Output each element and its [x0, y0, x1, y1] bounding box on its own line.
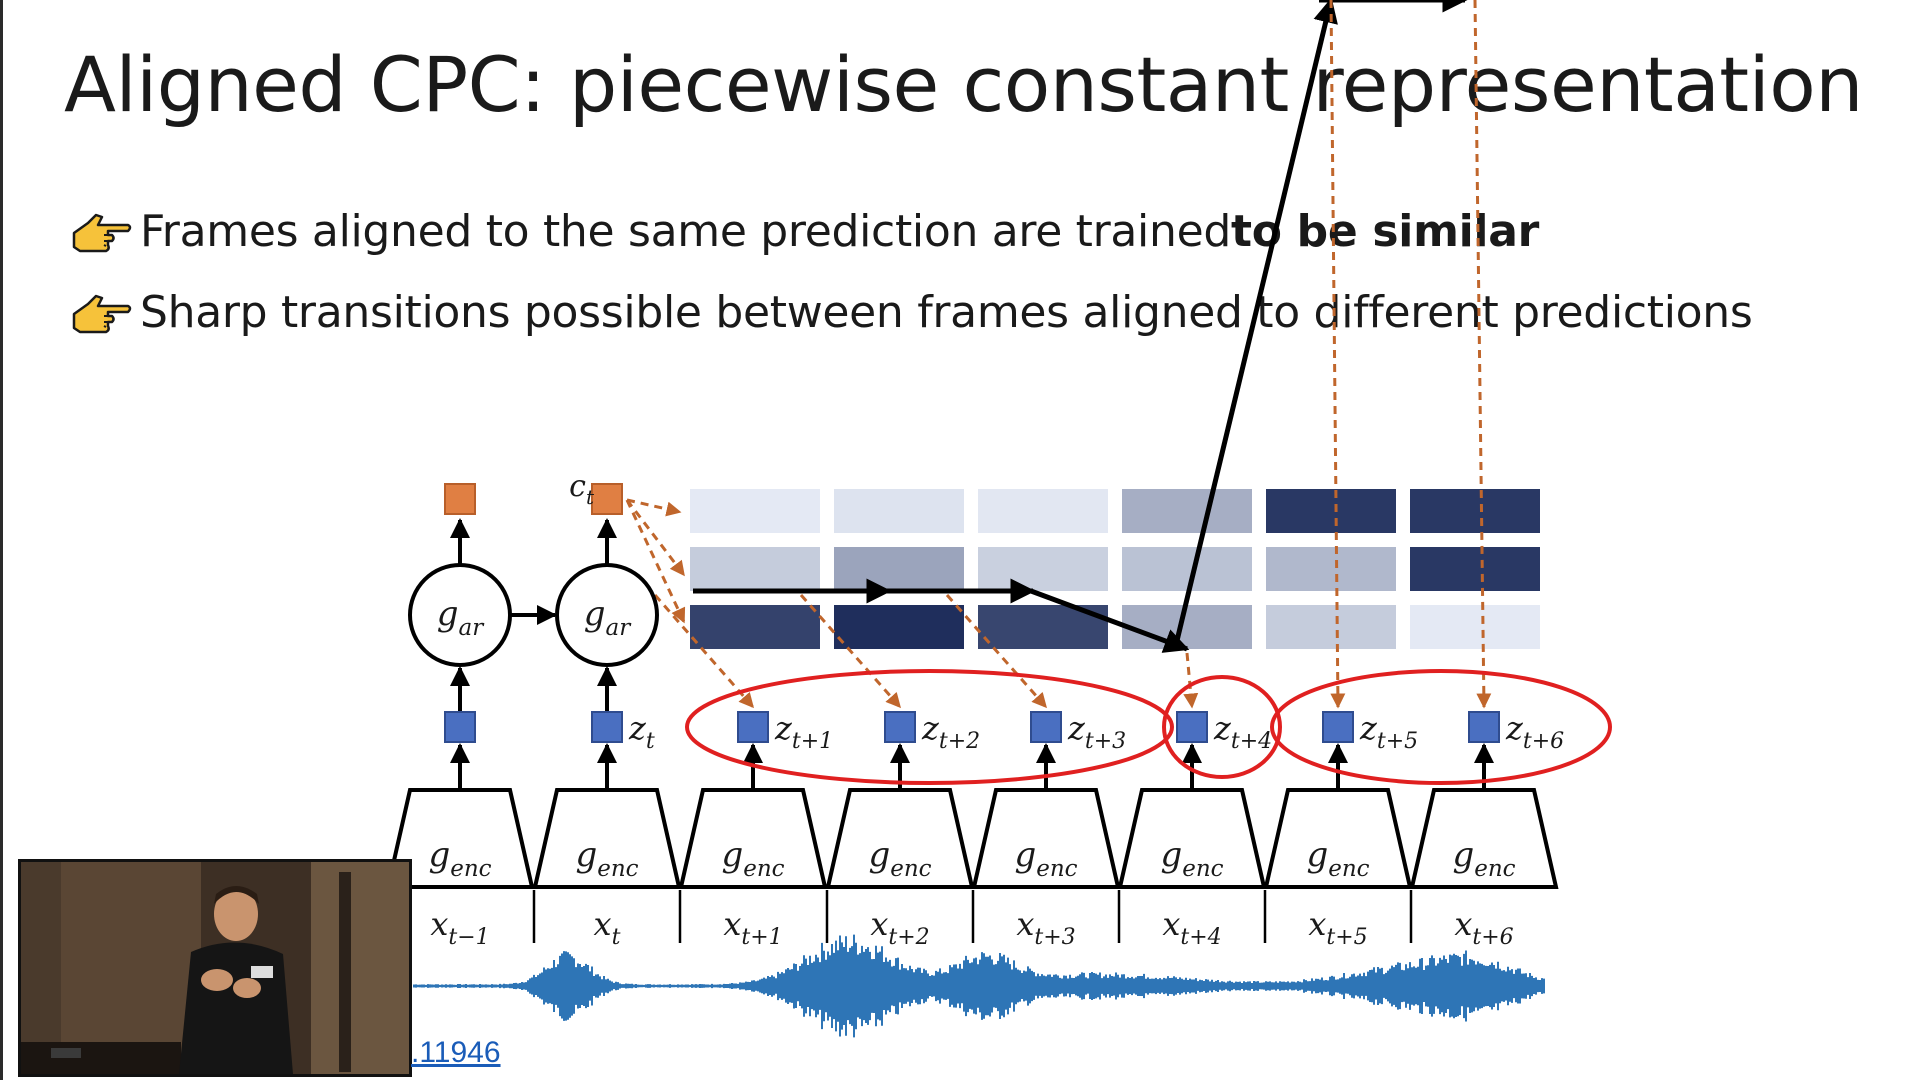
prediction-to-z-arrow — [1473, 0, 1492, 709]
z-node — [1176, 711, 1208, 743]
x-label: xt+4 — [1162, 905, 1221, 950]
z-label: zt+4 — [1213, 709, 1272, 754]
context-node — [444, 483, 476, 515]
prediction-to-z-arrow — [1183, 652, 1199, 709]
alignment-cell — [1266, 605, 1396, 649]
x-label: xt+5 — [1308, 905, 1367, 950]
alignment-cell — [1122, 489, 1252, 533]
alignment-cell — [1266, 489, 1396, 533]
z-label: zt+5 — [1359, 709, 1418, 754]
z-node — [1468, 711, 1500, 743]
alignment-cell — [1410, 489, 1540, 533]
z-label: zt+1 — [774, 709, 833, 754]
z-node — [884, 711, 916, 743]
z-node — [1030, 711, 1062, 743]
z-label: zt+6 — [1505, 709, 1564, 754]
x-label: xt+6 — [1454, 905, 1513, 950]
x-label: xt+3 — [1016, 905, 1075, 950]
presenter-video — [21, 862, 409, 1074]
paper-link[interactable]: .11946 — [411, 1036, 501, 1070]
x-label: xt+2 — [870, 905, 929, 950]
alignment-matrix — [690, 489, 1540, 649]
z-node — [737, 711, 769, 743]
context-to-prediction-arrow — [626, 498, 682, 517]
alignment-cell — [1122, 547, 1252, 591]
alignment-cell — [690, 489, 820, 533]
alignment-cell — [834, 489, 964, 533]
z-label: zt+2 — [921, 709, 980, 754]
alignment-cell — [1122, 605, 1252, 649]
alignment-cell — [1266, 547, 1396, 591]
alignment-cell — [690, 605, 820, 649]
z-label: zt — [628, 709, 655, 754]
z-node — [1322, 711, 1354, 743]
x-label: xt−1 — [430, 905, 489, 950]
alignment-cell — [978, 547, 1108, 591]
alignment-cell — [978, 489, 1108, 533]
context-label: ct — [569, 469, 595, 509]
z-label: zt+3 — [1067, 709, 1126, 754]
alignment-cell — [690, 547, 820, 591]
prediction-to-z-arrow — [1329, 0, 1346, 709]
slide: Aligned CPC: piecewise constant represen… — [0, 0, 1920, 1080]
alignment-cell — [834, 547, 964, 591]
z-node — [591, 711, 623, 743]
z-node — [444, 711, 476, 743]
audio-waveform — [413, 934, 1545, 1038]
alignment-cell — [834, 605, 964, 649]
alignment-cell — [1410, 605, 1540, 649]
x-label: xt — [594, 905, 621, 950]
diagram-nodes — [385, 483, 1612, 889]
context-node — [591, 483, 623, 515]
waveform-path — [413, 934, 1545, 1038]
alignment-cell — [1410, 547, 1540, 591]
x-label: xt+1 — [723, 905, 782, 950]
presenter-webcam — [18, 859, 412, 1077]
